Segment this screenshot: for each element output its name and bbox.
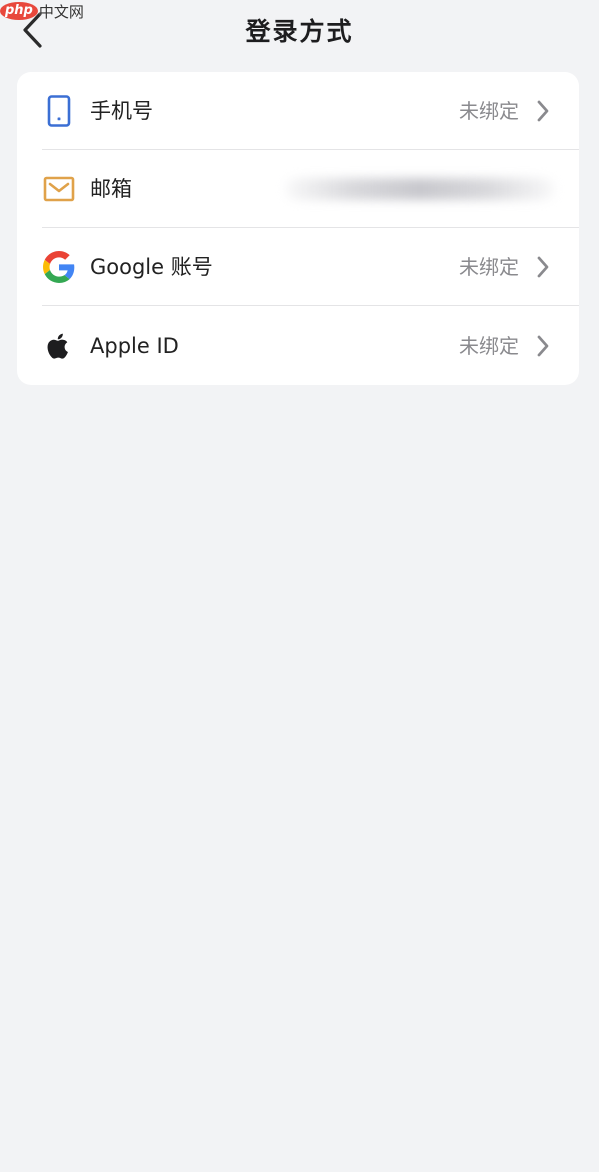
watermark-logo: php — [0, 2, 38, 20]
binding-status: 未绑定 — [459, 255, 519, 279]
binding-status: 未绑定 — [459, 334, 519, 358]
chevron-right-icon — [537, 100, 549, 122]
login-methods-card: 手机号 未绑定 邮箱 Google 账号 未绑定 Apple ID 未绑定 — [17, 72, 579, 385]
google-icon — [43, 251, 75, 283]
watermark: php 中文网 — [0, 0, 84, 22]
chevron-right-icon — [537, 335, 549, 357]
chevron-right-icon — [537, 256, 549, 278]
row-divider — [42, 305, 579, 306]
binding-status: 未绑定 — [459, 99, 519, 123]
login-method-label: Apple ID — [90, 334, 179, 358]
page-title: 登录方式 — [245, 17, 354, 46]
blurred-email-value — [285, 178, 555, 200]
login-method-apple-row[interactable]: Apple ID 未绑定 — [17, 307, 579, 385]
login-method-label: 手机号 — [90, 99, 153, 123]
login-method-label: 邮箱 — [90, 177, 132, 201]
login-method-email-row[interactable]: 邮箱 — [17, 150, 579, 228]
nav-bar: 登录方式 — [0, 0, 599, 58]
apple-icon — [43, 330, 75, 362]
login-method-google-row[interactable]: Google 账号 未绑定 — [17, 228, 579, 306]
mail-icon — [43, 173, 75, 205]
watermark-text: 中文网 — [38, 2, 84, 21]
login-method-label: Google 账号 — [90, 255, 213, 279]
login-method-phone-row[interactable]: 手机号 未绑定 — [17, 72, 579, 150]
phone-icon — [43, 95, 75, 127]
